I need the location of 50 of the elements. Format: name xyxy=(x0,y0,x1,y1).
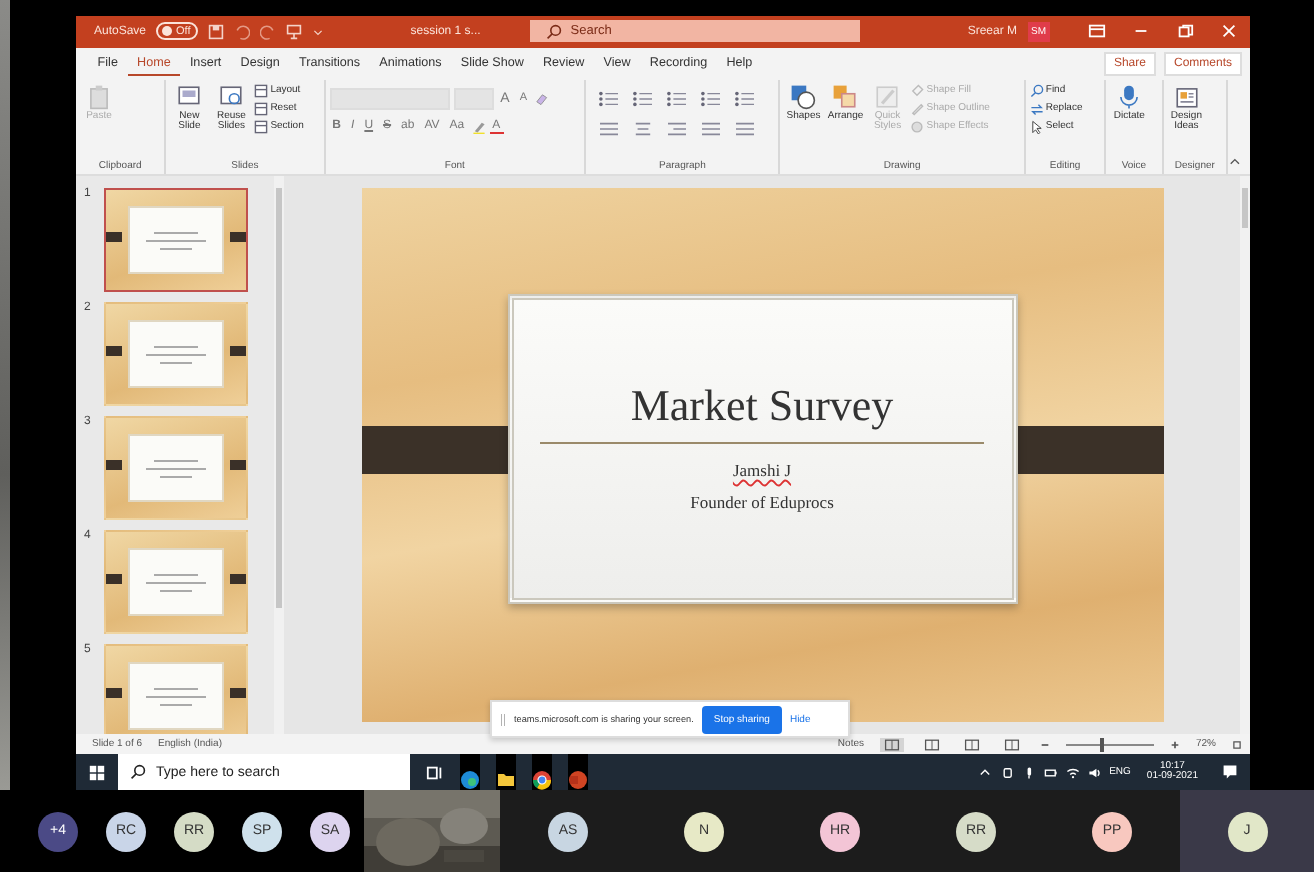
task-view-icon[interactable] xyxy=(426,763,444,782)
highlighter-icon[interactable] xyxy=(471,119,486,134)
align-center-icon[interactable] xyxy=(632,119,655,138)
search-icon xyxy=(130,764,146,781)
save-icon[interactable] xyxy=(208,23,225,40)
scrollbar[interactable] xyxy=(274,176,284,735)
align-right-icon[interactable] xyxy=(666,119,689,138)
justify-icon[interactable] xyxy=(700,119,723,138)
restore-icon[interactable] xyxy=(1176,22,1194,41)
fit-to-window-icon[interactable] xyxy=(1232,739,1242,750)
slide-thumbnail[interactable] xyxy=(104,302,248,407)
zoom-in-icon[interactable] xyxy=(1169,739,1180,750)
replace-icon xyxy=(1029,101,1044,116)
search-icon xyxy=(546,23,563,40)
drag-handle-icon[interactable] xyxy=(500,711,506,727)
edge-browser-icon[interactable] xyxy=(460,754,480,791)
wifi-icon[interactable] xyxy=(1065,765,1080,780)
paint-bucket-icon xyxy=(910,83,925,98)
notification-icon[interactable] xyxy=(1222,764,1238,781)
pointer-icon xyxy=(1029,119,1044,134)
circle-icon xyxy=(910,119,925,134)
zoom-slider-thumb[interactable] xyxy=(1100,737,1105,752)
zoom-out-icon[interactable] xyxy=(1039,739,1050,750)
microphone-icon xyxy=(1116,83,1143,110)
meet-now-icon[interactable] xyxy=(999,765,1014,780)
pen-icon xyxy=(910,101,925,116)
slide-author: Jamshi J xyxy=(732,460,792,481)
chrome-browser-icon[interactable] xyxy=(532,754,552,791)
slide-thumbnail[interactable] xyxy=(104,530,248,635)
slide-subtitle: Founder of Eduprocs xyxy=(690,492,834,513)
align-left-icon[interactable] xyxy=(598,119,621,138)
normal-view-icon[interactable] xyxy=(879,737,904,752)
collapse-icon[interactable] xyxy=(1228,154,1242,169)
presenter-icon[interactable] xyxy=(286,23,303,40)
close-icon[interactable] xyxy=(1220,22,1238,41)
slide-title: Market Survey xyxy=(630,380,894,433)
layers-icon xyxy=(832,83,859,110)
ribbon-display-icon[interactable] xyxy=(1088,22,1106,41)
bullet-list-icon[interactable] xyxy=(598,89,621,108)
powerpoint-icon[interactable] xyxy=(568,754,588,791)
battery-icon[interactable] xyxy=(1043,765,1058,780)
scrollbar[interactable] xyxy=(1240,176,1250,735)
windows-logo-icon[interactable] xyxy=(88,763,106,782)
speaker-icon[interactable] xyxy=(1087,765,1102,780)
slide-thumbnail[interactable] xyxy=(104,416,248,521)
slide-thumbnail[interactable] xyxy=(104,644,248,735)
search-icon xyxy=(1029,83,1044,98)
slide-thumbnail[interactable] xyxy=(104,188,248,293)
caret-icon[interactable] xyxy=(977,765,992,780)
folder-icon[interactable] xyxy=(496,754,516,791)
